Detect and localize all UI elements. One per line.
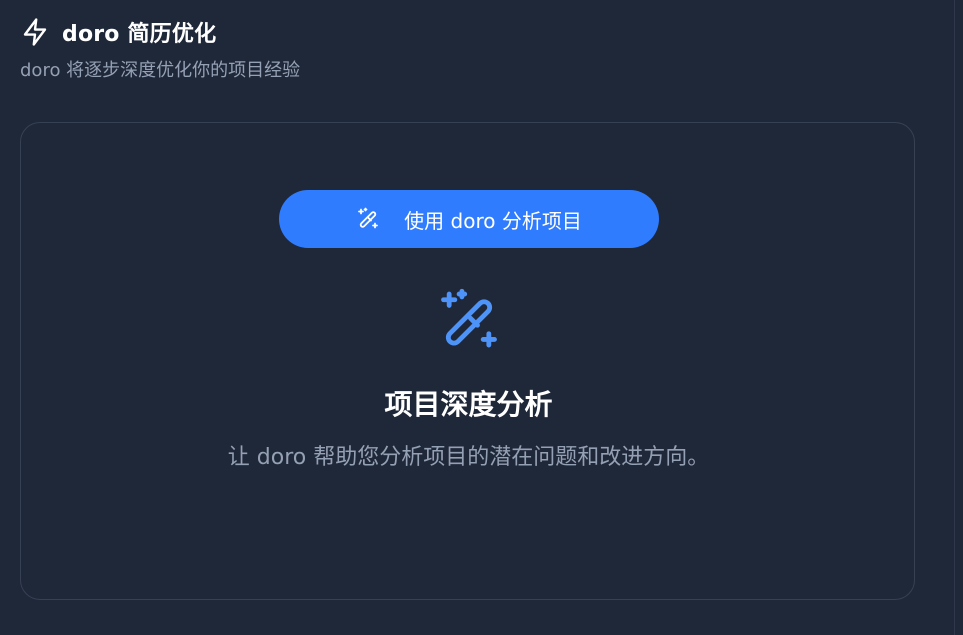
magic-wand-icon (356, 207, 380, 231)
header: doro 简历优化 doro 将逐步深度优化你的项目经验 (20, 16, 300, 82)
analysis-title: 项目深度分析 (384, 388, 553, 421)
magic-wand-icon (435, 287, 503, 355)
panel-divider (954, 0, 955, 635)
page-title: doro 简历优化 (62, 22, 217, 47)
title-row: doro 简历优化 (20, 16, 300, 48)
analyze-project-button[interactable]: 使用 doro 分析项目 (279, 190, 659, 248)
page-subtitle: doro 将逐步深度优化你的项目经验 (20, 60, 301, 81)
page: doro 简历优化 doro 将逐步深度优化你的项目经验 使用 doro 分析项… (0, 0, 963, 635)
analysis-card: 使用 doro 分析项目 项目深度分析 让 doro 帮助您分析项目的潜在问题和… (20, 122, 915, 600)
lightning-icon (20, 17, 50, 47)
analysis-description: 让 doro 帮助您分析项目的潜在问题和改进方向。 (227, 445, 710, 470)
analyze-project-button-label: 使用 doro 分析项目 (404, 208, 582, 233)
